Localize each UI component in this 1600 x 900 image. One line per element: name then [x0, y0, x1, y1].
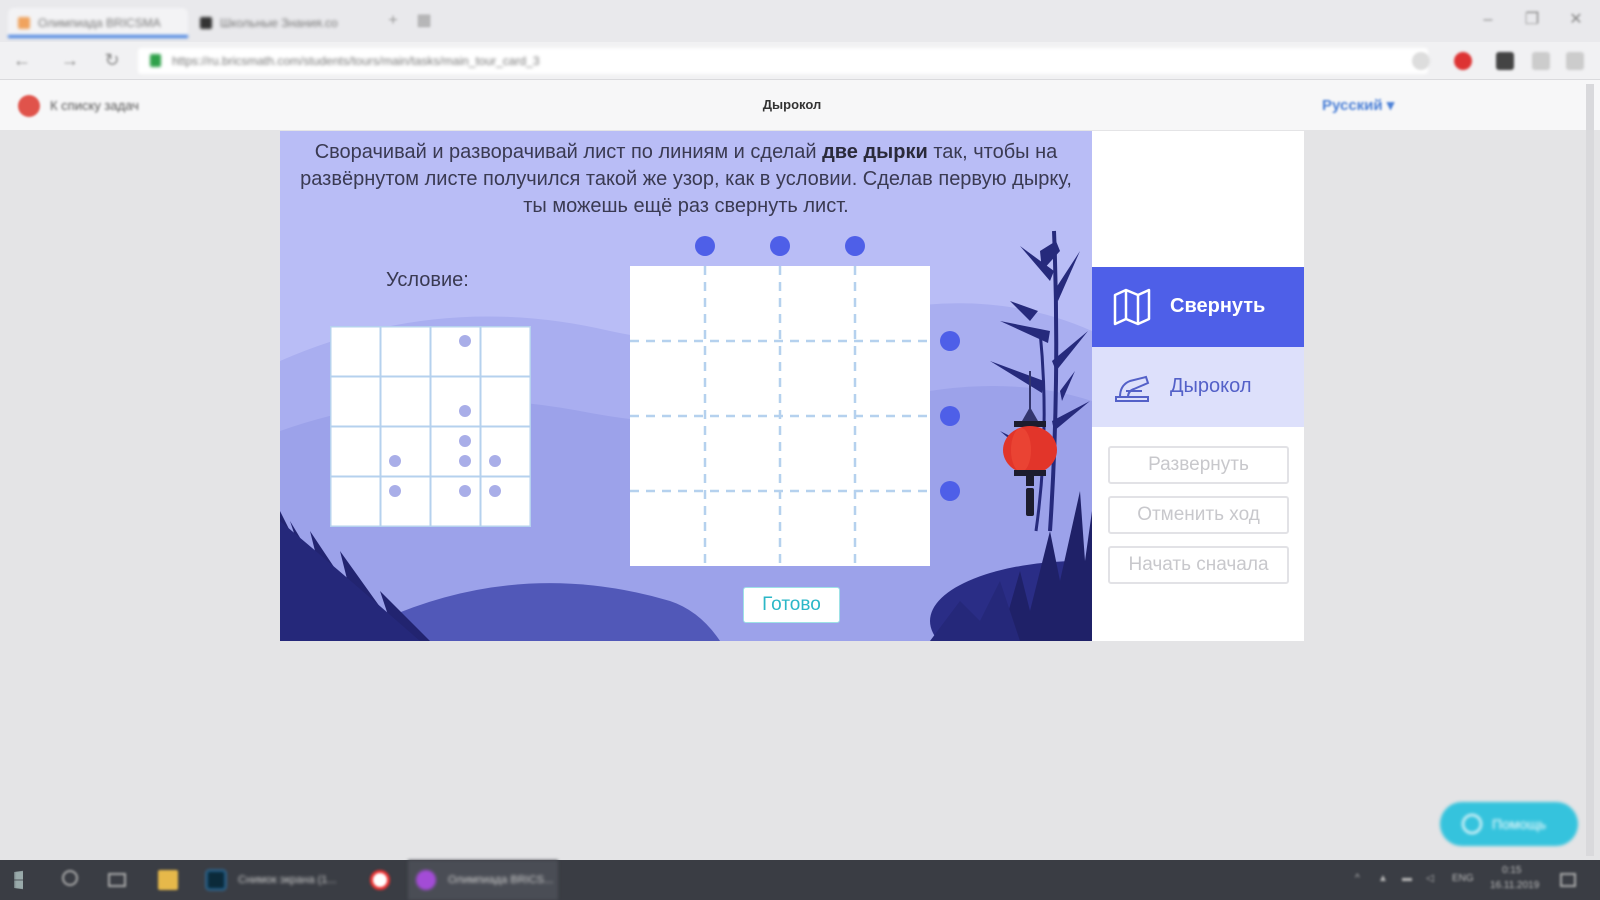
notifications-icon[interactable]	[1560, 873, 1576, 887]
network-icon[interactable]: ▲	[1378, 873, 1388, 884]
help-button[interactable]: Помощь	[1440, 802, 1578, 846]
search-icon[interactable]	[62, 870, 78, 886]
new-tab-icon[interactable]: +	[384, 12, 402, 30]
vk-extension-icon[interactable]	[1496, 52, 1514, 70]
minimize-icon[interactable]: –	[1478, 10, 1498, 30]
condition-label: Условие:	[386, 269, 469, 291]
battery-icon[interactable]: ▬	[1402, 873, 1412, 884]
tab-title: Олимпиада BRICSMA	[38, 16, 161, 30]
tray-language[interactable]: ENG	[1452, 873, 1474, 884]
punched-hole	[459, 455, 471, 467]
taskbar-app-browser[interactable]: Олимпиада BRICS...	[408, 860, 558, 900]
condition-grid	[330, 326, 531, 527]
map-fold-icon	[1113, 288, 1151, 326]
forward-arrow-icon[interactable]: →	[60, 50, 80, 70]
tab-favicon-icon	[200, 17, 212, 29]
punched-hole	[489, 455, 501, 467]
fold-handle[interactable]	[940, 406, 960, 426]
punched-hole	[459, 435, 471, 447]
punched-hole	[459, 335, 471, 347]
task-view-icon[interactable]	[108, 873, 126, 887]
punched-hole	[459, 405, 471, 417]
tray-date: 16.11.2019	[1490, 880, 1540, 891]
volume-icon[interactable]: ◁	[1426, 873, 1434, 884]
url-text: https://ru.bricsmath.com/students/tours/…	[172, 54, 540, 68]
fold-tool-button[interactable]: Свернуть	[1092, 267, 1304, 347]
punched-hole	[459, 485, 471, 497]
language-select[interactable]: Русский ▾	[1322, 96, 1394, 114]
tab-title: Школьные Знания.co	[220, 16, 338, 30]
hole-punch-tool-label: Дырокол	[1170, 375, 1252, 397]
photoshop-icon	[206, 870, 226, 890]
help-icon	[1462, 814, 1482, 834]
help-label: Помощь	[1492, 816, 1547, 832]
downloads-icon[interactable]	[1532, 52, 1550, 70]
browser-tab[interactable]: Школьные Знания.co	[190, 8, 360, 38]
taskbar-app-label: Олимпиада BRICS...	[448, 874, 554, 886]
fold-handle[interactable]	[770, 236, 790, 256]
site-header: К списку задач Дырокол Русский ▾	[0, 80, 1600, 130]
fold-tool-label: Свернуть	[1170, 295, 1266, 317]
yandex-browser-icon[interactable]	[370, 870, 390, 890]
start-menu-icon[interactable]	[14, 870, 23, 890]
task-panel: Сворачивай и разворачивай лист по линиям…	[280, 131, 1092, 641]
back-arrow-icon[interactable]: ←	[12, 50, 32, 70]
punched-hole	[389, 485, 401, 497]
tray-time: 0:15	[1502, 865, 1522, 876]
restart-button[interactable]: Начать сначала	[1108, 546, 1289, 584]
browser-tab-bar: Олимпиада BRICSMA Школьные Знания.co + ▦…	[0, 0, 1600, 42]
file-explorer-icon[interactable]	[158, 870, 178, 890]
hole-punch-icon	[1115, 375, 1150, 402]
unfold-button[interactable]: Развернуть	[1108, 446, 1289, 484]
tab-list-icon[interactable]: ▦	[415, 12, 433, 30]
address-bar: ← → ↻ https://ru.bricsmath.com/students/…	[0, 42, 1600, 80]
taskbar-app-photoshop[interactable]: Снимок экрана (1...	[198, 860, 346, 900]
browser-app-icon	[416, 870, 436, 890]
hole-punch-tool-button[interactable]: Дырокол	[1092, 347, 1304, 427]
fold-handle[interactable]	[940, 481, 960, 501]
folding-sheet[interactable]	[630, 226, 970, 566]
reload-icon[interactable]: ↻	[102, 50, 122, 70]
fold-handle[interactable]	[940, 331, 960, 351]
tray-chevron-icon[interactable]: ^	[1355, 873, 1360, 884]
instruction-bold-text: две дырки	[822, 141, 928, 163]
punched-hole	[489, 485, 501, 497]
menu-icon[interactable]	[1566, 52, 1584, 70]
page-scrollbar[interactable]	[1586, 84, 1594, 856]
done-button[interactable]: Готово	[743, 587, 840, 623]
lock-icon	[150, 54, 161, 67]
browser-tab[interactable]: Олимпиада BRICSMA	[8, 8, 188, 38]
punched-hole	[389, 455, 401, 467]
tools-panel: Свернуть Дырокол Развернуть Отменить ход…	[1092, 131, 1304, 641]
tab-favicon-icon	[18, 17, 30, 29]
fold-handle[interactable]	[695, 236, 715, 256]
task-instruction: Сворачивай и разворачивай лист по линиям…	[300, 139, 1072, 220]
bookmark-star-icon[interactable]	[1412, 52, 1430, 70]
restore-icon[interactable]: ❐	[1522, 10, 1542, 30]
close-icon[interactable]: ✕	[1566, 10, 1586, 30]
os-taskbar: Снимок экрана (1... Олимпиада BRICS... ^…	[0, 860, 1600, 900]
undo-button[interactable]: Отменить ход	[1108, 496, 1289, 534]
taskbar-app-label: Снимок экрана (1...	[238, 874, 337, 886]
extension-icon[interactable]	[1454, 52, 1472, 70]
instruction-text-1: Сворачивай и разворачивай лист по линиям…	[314, 141, 823, 163]
fold-handle[interactable]	[845, 236, 865, 256]
url-input[interactable]: https://ru.bricsmath.com/students/tours/…	[138, 48, 1428, 74]
